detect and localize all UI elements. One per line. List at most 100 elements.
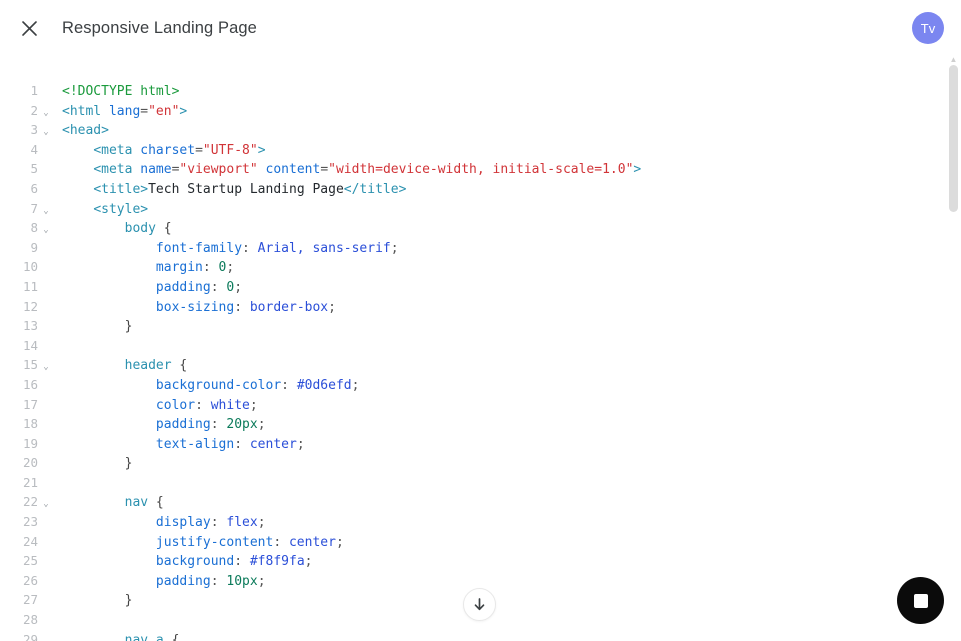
code-line[interactable]: 14	[0, 336, 945, 356]
code-token: 20px	[226, 417, 258, 433]
line-number: 22	[22, 494, 38, 510]
code-line-content: box-sizing: border-box;	[54, 298, 945, 318]
stop-square-icon	[913, 593, 928, 608]
code-line[interactable]: 21	[0, 473, 945, 493]
code-token: ;	[257, 515, 266, 531]
code-token: >	[179, 103, 188, 119]
code-token: ;	[390, 240, 399, 256]
code-token: charset	[140, 142, 196, 158]
code-token: =	[140, 103, 149, 119]
code-line[interactable]: 12 box-sizing: border-box;	[0, 297, 945, 317]
code-token: }	[124, 593, 133, 609]
code-line[interactable]: 13 }	[0, 316, 945, 336]
code-line-content: background: #f8f9fa;	[54, 552, 945, 572]
code-line-content: display: flex;	[54, 513, 945, 533]
code-token: :	[242, 240, 258, 256]
line-number: 11	[22, 278, 38, 294]
avatar[interactable]: Tv	[912, 12, 944, 44]
code-token: #0d6efd	[296, 377, 352, 393]
code-line[interactable]: 7 ⌄ <style>	[0, 199, 945, 219]
code-line[interactable]: 2 ⌄ <html lang="en">	[0, 101, 945, 121]
code-token: justify-content	[155, 534, 274, 550]
code-line[interactable]: 16 background-color: #0d6efd;	[0, 375, 945, 395]
line-number: 27	[22, 592, 38, 608]
line-number: 2	[30, 102, 38, 118]
code-token: }	[124, 456, 133, 472]
vertical-scrollbar-thumb[interactable]	[949, 65, 958, 212]
line-number: 15	[22, 357, 38, 373]
code-token: :	[195, 397, 211, 413]
code-line[interactable]: 4 <meta charset="UTF-8">	[0, 140, 945, 160]
code-line[interactable]: 25 background: #f8f9fa;	[0, 551, 945, 571]
vertical-scrollbar[interactable]: ▲	[946, 56, 961, 641]
code-line-content: }	[54, 454, 945, 474]
code-token: font-family	[155, 240, 243, 256]
code-token: background-color	[155, 377, 282, 393]
code-token: ;	[296, 436, 305, 452]
code-line[interactable]: 23 display: flex;	[0, 512, 945, 532]
stop-button[interactable]	[897, 577, 944, 624]
line-number: 19	[22, 435, 38, 451]
code-token: {	[171, 358, 188, 374]
chevron-down-icon[interactable]: ⌄	[38, 358, 54, 378]
code-line[interactable]: 17 color: white;	[0, 395, 945, 415]
line-number: 14	[22, 337, 38, 353]
line-number: 8	[30, 220, 38, 236]
close-icon[interactable]	[16, 15, 42, 41]
line-number: 21	[22, 474, 38, 490]
scroll-to-bottom-button[interactable]	[463, 588, 496, 621]
window-header: Responsive Landing Page Tv	[0, 0, 961, 56]
code-line[interactable]: 24 justify-content: center;	[0, 532, 945, 552]
code-line[interactable]: 19 text-align: center;	[0, 434, 945, 454]
code-line-content: text-align: center;	[54, 435, 945, 455]
code-token: :	[210, 279, 227, 295]
code-line[interactable]: 20 }	[0, 453, 945, 473]
chevron-down-icon[interactable]: ⌄	[38, 495, 54, 515]
code-token: padding	[155, 573, 211, 589]
code-line[interactable]: 6 <title>Tech Startup Landing Page</titl…	[0, 179, 945, 199]
chevron-down-icon[interactable]: ⌄	[38, 104, 54, 124]
code-line[interactable]: 5 <meta name="viewport" content="width=d…	[0, 159, 945, 179]
code-token: #f8f9fa	[249, 554, 305, 570]
chevron-down-icon[interactable]: ⌄	[38, 123, 54, 143]
code-token: }	[124, 319, 133, 335]
line-number: 25	[22, 553, 38, 569]
code-line[interactable]: 10 margin: 0;	[0, 257, 945, 277]
code-line[interactable]: 26 padding: 10px;	[0, 571, 945, 591]
line-number: 9	[30, 239, 38, 255]
code-token: nav	[124, 495, 149, 511]
chevron-down-icon[interactable]: ⌄	[38, 633, 54, 641]
code-line-content: <head>	[54, 121, 945, 141]
code-token: >	[633, 162, 642, 178]
code-line[interactable]: 22 ⌄ nav {	[0, 492, 945, 512]
chevron-down-icon[interactable]: ⌄	[38, 221, 54, 241]
code-token: lang	[108, 103, 141, 119]
code-token: center	[288, 534, 336, 550]
code-editor[interactable]: 1 <!DOCTYPE html> 2 ⌄ <html lang="en"> 3 ⌄ <hea…	[0, 56, 961, 641]
code-line-content: <title>Tech Startup Landing Page</title>	[54, 180, 945, 200]
scroll-up-caret-icon[interactable]: ▲	[949, 56, 958, 64]
code-token: "viewport"	[179, 162, 258, 178]
chevron-down-icon[interactable]: ⌄	[38, 202, 54, 222]
code-line[interactable]: 11 padding: 0;	[0, 277, 945, 297]
code-token: {	[155, 221, 172, 237]
code-token: </title>	[343, 181, 407, 197]
code-token: margin	[155, 260, 203, 276]
code-line[interactable]: 9 font-family: Arial, sans-serif;	[0, 238, 945, 258]
code-line[interactable]: 3 ⌄ <head>	[0, 120, 945, 140]
code-line-content: <meta name="viewport" content="width=dev…	[54, 160, 945, 180]
code-token: :	[210, 515, 227, 531]
code-line-content: padding: 10px;	[54, 572, 945, 592]
code-line[interactable]: 18 padding: 20px;	[0, 414, 945, 434]
code-line[interactable]: 15 ⌄ header {	[0, 355, 945, 375]
line-number: 5	[30, 161, 38, 177]
code-token: content	[265, 162, 321, 178]
code-token: border-box	[249, 299, 329, 315]
line-number: 16	[22, 376, 38, 392]
code-line[interactable]: 1 <!DOCTYPE html>	[0, 81, 945, 101]
code-line-content: nav a {	[54, 631, 945, 641]
code-line[interactable]: 29⌄ nav a {	[0, 630, 945, 641]
code-line[interactable]: 8 ⌄ body {	[0, 218, 945, 238]
